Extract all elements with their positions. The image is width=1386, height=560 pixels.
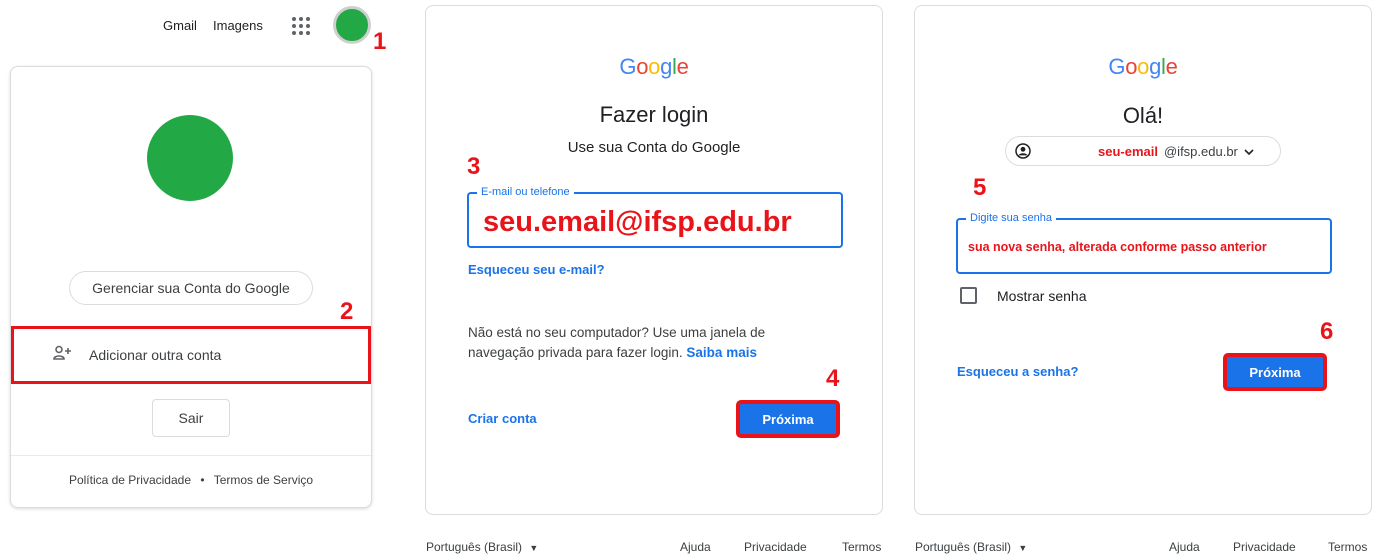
privacy-policy-link[interactable]: Política de Privacidade [69, 473, 191, 487]
language-select[interactable]: Português (Brasil) ▼ [426, 540, 538, 554]
email-value: seu.email@ifsp.edu.br [483, 206, 792, 238]
google-logo: Google [426, 54, 882, 80]
show-password-checkbox[interactable] [960, 287, 977, 304]
password-field[interactable]: Digite sua senha sua nova senha, alterad… [956, 212, 1332, 274]
logo-letter: o [636, 54, 649, 79]
account-menu-card: Gerenciar sua Conta do Google Adicionar … [10, 66, 372, 508]
language-label: Português (Brasil) [426, 540, 523, 554]
step-1-label: 1 [373, 28, 387, 55]
step-5-label: 5 [973, 174, 987, 201]
account-menu-footer: Política de Privacidade • Termos de Serv… [11, 473, 371, 487]
next-button[interactable]: Próxima [737, 401, 839, 437]
password-value: sua nova senha, alterada conforme passo … [968, 240, 1267, 254]
step-3-label: 3 [467, 153, 481, 180]
terms-link[interactable]: Termos [842, 540, 881, 554]
page-title: Olá! [1122, 103, 1164, 128]
caret-down-icon: ▼ [529, 543, 539, 553]
logo-letter: G [1108, 54, 1126, 79]
avatar [147, 115, 233, 201]
privacy-link[interactable]: Privacidade [744, 540, 807, 554]
help-link[interactable]: Ajuda [1169, 540, 1200, 554]
account-avatar-button[interactable] [333, 6, 371, 44]
login-card: Google Fazer login Use sua Conta do Goog… [425, 5, 883, 515]
google-logo: Google [915, 54, 1371, 80]
password-field-label: Digite sua senha [966, 212, 1056, 224]
terms-link[interactable]: Termos [1328, 540, 1367, 554]
logo-letter: o [648, 54, 661, 79]
email-field-label: E-mail ou telefone [477, 186, 574, 198]
language-label: Português (Brasil) [915, 540, 1012, 554]
apps-grid-icon[interactable] [292, 17, 310, 35]
logout-button[interactable]: Sair [152, 399, 230, 437]
images-link[interactable]: Imagens [213, 18, 263, 33]
account-chip[interactable]: seu-email @ifsp.edu.br [1005, 136, 1281, 166]
language-select[interactable]: Português (Brasil) ▼ [915, 540, 1027, 554]
logo-letter: g [1149, 54, 1162, 79]
logo-letter: e [676, 54, 689, 79]
help-link[interactable]: Ajuda [680, 540, 711, 554]
logo-letter: G [619, 54, 637, 79]
show-password-label: Mostrar senha [997, 288, 1087, 304]
chip-domain: @ifsp.edu.br [1163, 143, 1238, 159]
create-account-link[interactable]: Criar conta [468, 411, 537, 426]
next-button[interactable]: Próxima [1224, 354, 1326, 390]
email-field[interactable]: E-mail ou telefone seu.email@ifsp.edu.br [467, 186, 843, 248]
manage-account-button[interactable]: Gerenciar sua Conta do Google [69, 271, 313, 305]
terms-of-service-link[interactable]: Termos de Serviço [214, 473, 313, 487]
private-window-note: Não está no seu computador? Use uma jane… [468, 323, 798, 363]
privacy-link[interactable]: Privacidade [1233, 540, 1296, 554]
page-subtitle: Use sua Conta do Google [567, 139, 741, 156]
step-2-label: 2 [340, 298, 354, 325]
forgot-password-link[interactable]: Esqueceu a senha? [957, 364, 1078, 379]
gmail-link[interactable]: Gmail [163, 18, 197, 33]
logo-letter: g [660, 54, 673, 79]
account-circle-icon [1015, 143, 1031, 159]
divider [11, 455, 371, 456]
logo-letter: e [1165, 54, 1178, 79]
password-card: Google Olá! seu-email @ifsp.edu.br Digit… [914, 5, 1372, 515]
chip-username: seu-email [1098, 143, 1158, 159]
logo-letter: o [1137, 54, 1150, 79]
step-2-highlight [11, 326, 371, 384]
page-title: Fazer login [599, 102, 709, 127]
learn-more-link[interactable]: Saiba mais [686, 345, 757, 360]
forgot-email-link[interactable]: Esqueceu seu e-mail? [468, 262, 605, 277]
step-6-label: 6 [1320, 318, 1334, 345]
step-4-label: 4 [826, 365, 840, 392]
caret-down-icon: ▼ [1018, 543, 1028, 553]
chevron-down-icon [1244, 144, 1254, 159]
logo-letter: o [1125, 54, 1138, 79]
footer-separator: • [200, 473, 205, 487]
